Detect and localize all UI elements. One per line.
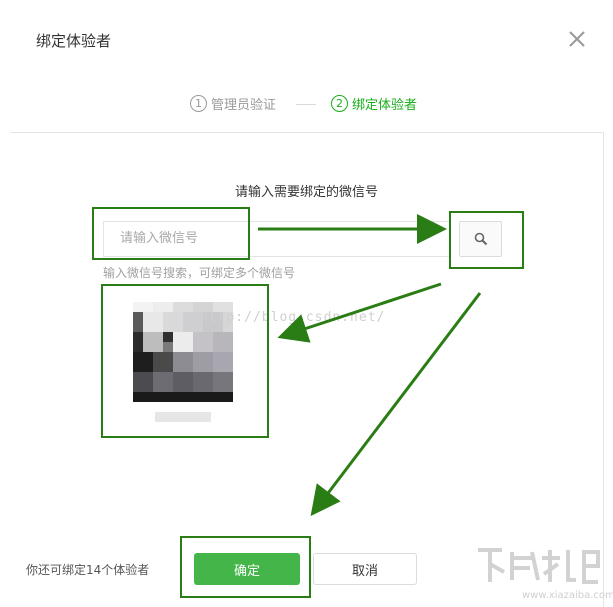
bind-tester-dialog: 绑定体验者 1 管理员验证 2 绑定体验者 请输入需要绑定的微信号 请输入微信号… [0, 0, 613, 607]
search-button[interactable] [459, 221, 502, 257]
cancel-button[interactable]: 取消 [313, 553, 417, 585]
step-label: 绑定体验者 [352, 98, 418, 113]
step-admin-verify: 1 管理员验证 [190, 94, 276, 113]
search-hint: 输入微信号搜索，可绑定多个微信号 [103, 266, 296, 280]
step-bind-tester: 2 绑定体验者 [331, 94, 417, 113]
confirm-button[interactable]: 确定 [194, 553, 300, 585]
annotation-arrows [258, 214, 482, 517]
arrow-to-confirm [310, 292, 482, 517]
step-number: 1 [190, 95, 207, 112]
remaining-count-text: 你还可绑定14个体验者 [26, 563, 150, 577]
watermark: http://blog.csdn.net/ [200, 310, 386, 325]
step-connector [296, 104, 316, 105]
site-logo [478, 548, 600, 584]
search-prompt: 请输入需要绑定的微信号 [234, 185, 378, 200]
step-number: 2 [331, 95, 348, 112]
user-nickname-blurred [155, 412, 211, 422]
dialog-title: 绑定体验者 [36, 32, 112, 50]
search-icon [474, 232, 487, 246]
logo-url: www.xiazaiba.com [522, 590, 613, 601]
wechat-id-input[interactable]: 请输入微信号 [103, 221, 449, 257]
step-label: 管理员验证 [211, 98, 277, 113]
step-indicator: 1 管理员验证 2 绑定体验者 [0, 94, 613, 116]
header-divider [10, 132, 603, 133]
close-icon[interactable] [566, 28, 588, 50]
dialog-edge [603, 132, 604, 607]
